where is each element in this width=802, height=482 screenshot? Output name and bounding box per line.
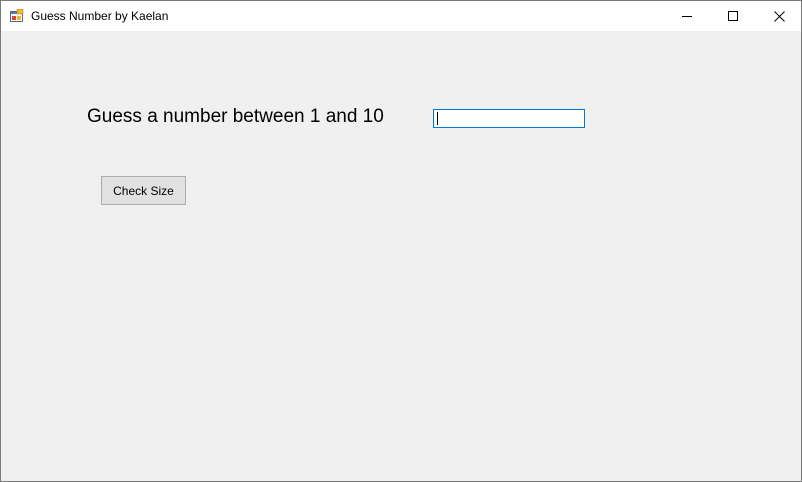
check-size-button[interactable]: Check Size (101, 176, 186, 205)
text-caret (437, 112, 438, 125)
title-bar[interactable]: Guess Number by Kaelan (1, 1, 801, 31)
minimize-button[interactable] (664, 1, 710, 31)
prompt-label: Guess a number between 1 and 10 (87, 106, 384, 127)
app-window: Guess Number by Kaelan Guess a number be… (0, 0, 802, 482)
maximize-button[interactable] (710, 1, 756, 31)
guess-input[interactable] (433, 109, 585, 128)
app-icon (10, 9, 24, 22)
window-title: Guess Number by Kaelan (31, 9, 169, 23)
form-client-area: Guess a number between 1 and 10 Check Si… (1, 31, 801, 481)
close-icon (773, 10, 785, 22)
minimize-icon (682, 16, 692, 17)
maximize-icon (728, 11, 738, 21)
close-button[interactable] (756, 1, 801, 31)
